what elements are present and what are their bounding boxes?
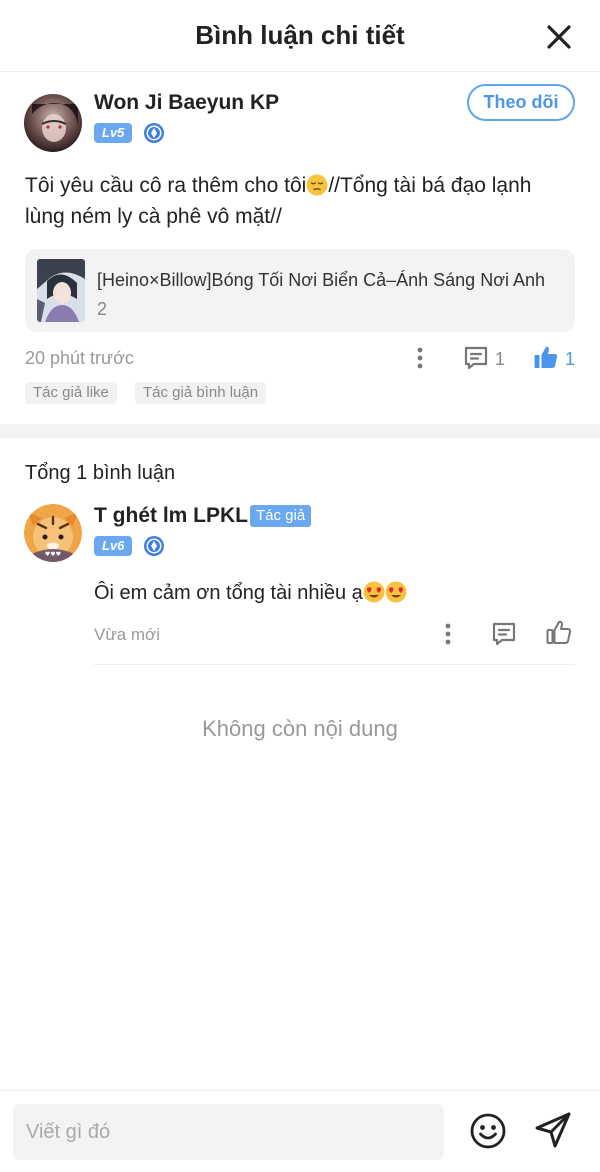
medal-icon bbox=[144, 123, 164, 143]
comment-total-label: Tổng 1 bình luận bbox=[25, 462, 176, 484]
level-badge: Lv5 bbox=[94, 123, 133, 143]
close-icon[interactable] bbox=[544, 22, 574, 52]
composer-bar bbox=[0, 1090, 600, 1172]
section-divider bbox=[0, 424, 600, 438]
reply-text-content: Ôi em cảm ơn tổng tài nhiều ạ bbox=[94, 582, 363, 604]
medal-icon bbox=[144, 536, 164, 556]
more-options-icon[interactable] bbox=[444, 622, 452, 646]
svg-text:♥♥♥: ♥♥♥ bbox=[45, 551, 61, 558]
header: Bình luận chi tiết bbox=[0, 0, 600, 72]
like-icon[interactable] bbox=[533, 344, 559, 370]
heart-eyes-emoji-icon bbox=[363, 581, 385, 603]
like-count: 1 bbox=[565, 349, 576, 369]
follow-button[interactable]: Theo dõi bbox=[467, 84, 575, 121]
more-options-icon[interactable] bbox=[416, 346, 424, 370]
end-of-content-label: Không còn nội dung bbox=[202, 716, 398, 741]
timestamp: 20 phút trước bbox=[25, 348, 134, 368]
comment-text-part1: Tôi yêu cầu cô ra thêm cho tôi bbox=[25, 174, 307, 197]
comment-count: 1 bbox=[495, 349, 506, 369]
story-cover bbox=[37, 259, 85, 322]
heart-eyes-emoji-icon bbox=[385, 581, 407, 603]
story-card[interactable]: [Heino×Billow]Bóng Tối Nơi Biển Cả–Ánh S… bbox=[25, 249, 575, 332]
author-badge: Tác giả bbox=[250, 505, 312, 527]
timestamp: Vừa mới bbox=[94, 625, 160, 644]
level-badge: Lv6 bbox=[94, 536, 133, 556]
reply-divider bbox=[94, 664, 575, 665]
username[interactable]: T ghét lm LPKL bbox=[94, 504, 248, 528]
avatar[interactable]: ♥♥♥ bbox=[24, 504, 82, 562]
story-chapter: 2 bbox=[97, 299, 108, 319]
emoji-picker-icon[interactable] bbox=[469, 1112, 507, 1150]
comment-icon[interactable] bbox=[491, 621, 517, 647]
page-title: Bình luận chi tiết bbox=[195, 20, 405, 50]
send-icon[interactable] bbox=[533, 1110, 573, 1150]
comment-icon[interactable] bbox=[463, 345, 489, 371]
story-title: [Heino×Billow]Bóng Tối Nơi Biển Cả–Ánh S… bbox=[97, 270, 546, 290]
avatar[interactable] bbox=[24, 94, 82, 152]
comment-text: Tôi yêu cầu cô ra thêm cho tôi//Tổng tài… bbox=[25, 170, 570, 232]
comment-input[interactable] bbox=[13, 1104, 444, 1160]
username[interactable]: Won Ji Baeyun KP bbox=[94, 91, 279, 115]
reply-text: Ôi em cảm ơn tổng tài nhiều ạ bbox=[94, 581, 407, 605]
pensive-face-emoji-icon bbox=[306, 174, 328, 196]
author-commented-tag: Tác giả bình luận bbox=[135, 382, 267, 404]
like-icon[interactable] bbox=[546, 619, 572, 645]
author-liked-tag: Tác giả like bbox=[25, 382, 117, 404]
